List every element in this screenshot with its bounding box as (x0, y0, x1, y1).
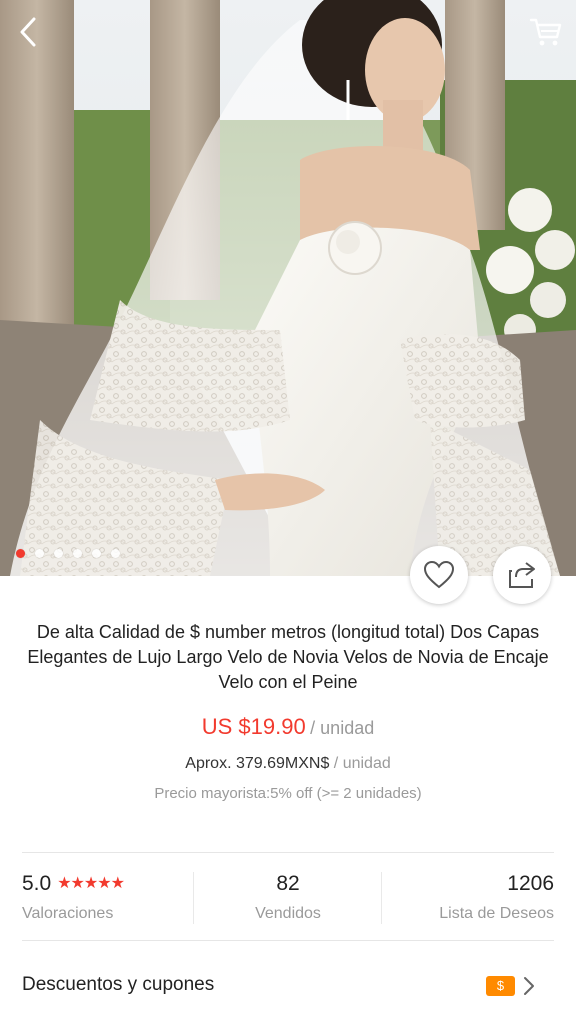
rating-label: Valoraciones (22, 905, 114, 922)
chevron-left-icon (20, 17, 36, 47)
divider (22, 940, 554, 941)
rating-stat[interactable]: 5.0 ★★★★★ Valoraciones (22, 852, 192, 940)
rating-value-row: 5.0 ★★★★★ (22, 872, 125, 896)
gallery-dot (54, 549, 63, 558)
wishlist-button[interactable] (410, 546, 468, 604)
chevron-right-icon (524, 977, 534, 995)
price-unit: / unidad (310, 718, 375, 738)
cart-icon (529, 18, 562, 46)
wishlist-value: 1206 (507, 872, 554, 895)
gallery-dot (35, 549, 44, 558)
back-button[interactable] (8, 12, 48, 52)
product-image-gallery[interactable] (0, 0, 576, 576)
product-photo (0, 0, 576, 576)
wholesale-price: Precio mayorista:5% off (>= 2 unidades) (154, 785, 422, 802)
heart-icon (423, 560, 455, 589)
approx-price: Aprox. 379.69MXN$ (185, 755, 330, 772)
approx-price-row: Aprox. 379.69MXN$ / unidad (0, 755, 576, 773)
cart-button[interactable] (526, 12, 566, 52)
gallery-dot (111, 549, 120, 558)
star-rating-icon: ★★★★★ (57, 875, 125, 892)
share-button[interactable] (493, 546, 551, 604)
wishlist-label: Lista de Deseos (439, 905, 554, 922)
gallery-dot (92, 549, 101, 558)
share-icon (509, 562, 535, 588)
rating-value: 5.0 (22, 872, 52, 895)
product-price: US $19.90 (201, 714, 306, 739)
approx-price-unit: / unidad (333, 755, 391, 772)
gallery-pagination (16, 549, 120, 558)
price-row: US $19.90 / unidad (0, 714, 576, 740)
sold-stat: 82 Vendidos (194, 852, 382, 940)
gallery-dot (73, 549, 82, 558)
gallery-dot (16, 549, 25, 558)
product-stats: 5.0 ★★★★★ Valoraciones 82 Vendidos 1206 L… (0, 852, 576, 940)
wishlist-stat: 1206 Lista de Deseos (382, 852, 554, 940)
coupons-row[interactable]: Descuentos y cupones $ (0, 962, 576, 1014)
coupons-label: Descuentos y cupones (22, 974, 215, 995)
coupon-icon: $ (486, 976, 515, 996)
sold-value: 82 (276, 872, 300, 895)
product-title: De alta Calidad de $ number metros (long… (27, 622, 549, 692)
sold-label: Vendidos (255, 905, 321, 922)
